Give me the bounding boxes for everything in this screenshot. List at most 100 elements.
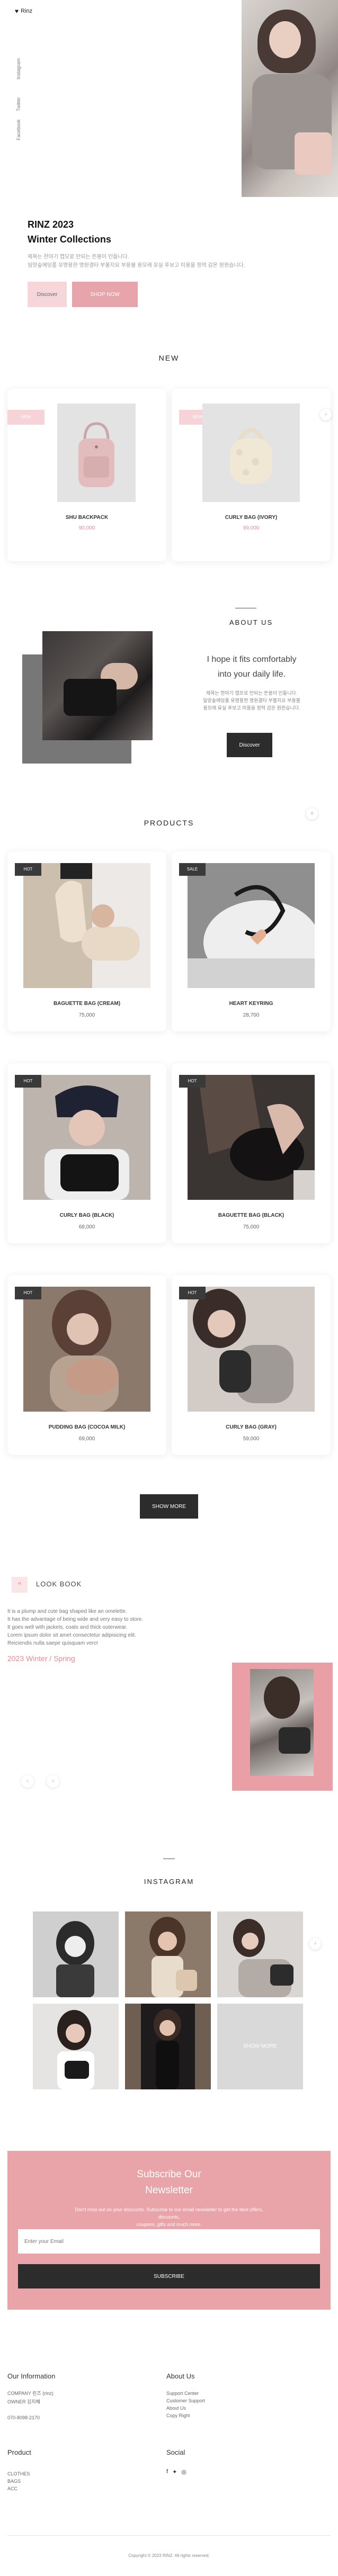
newsletter-section: Subscribe Our Newsletter Don't miss out … <box>7 2151 331 2310</box>
product-name[interactable]: SHU BACKPACK <box>7 515 166 520</box>
email-input[interactable] <box>18 2229 320 2254</box>
hero-discover-button[interactable]: Discover <box>28 282 67 307</box>
product-name[interactable]: BAGUETTE BAG (CREAM) <box>7 1001 166 1007</box>
product-name[interactable]: CURLY BAG (BLACK) <box>7 1213 166 1218</box>
footer-product-title: Product <box>7 2448 31 2456</box>
newsletter-title-line2: Newsletter <box>145 2185 193 2196</box>
hero-title-line2: Winter Collections <box>28 234 111 245</box>
product-name[interactable]: BAGUETTE BAG (BLACK) <box>172 1213 331 1218</box>
facebook-icon[interactable]: f <box>166 2469 168 2475</box>
chevron-right-icon[interactable]: › <box>309 1938 321 1950</box>
newsletter-title-line1: Subscribe Our <box>137 2169 201 2180</box>
side-link-twitter[interactable]: Twitter <box>16 97 21 111</box>
side-link-instagram[interactable]: Instagram <box>16 58 21 79</box>
product-card[interactable]: NEW CURLY BAG (IVORY) 99,000 <box>172 389 331 561</box>
about-title: ABOUT US <box>229 618 273 626</box>
copyright: Copyright © 2023 RINZ. All rights reserv… <box>128 2553 210 2558</box>
hot-tag: HOT <box>15 863 41 876</box>
product-image[interactable] <box>188 1287 315 1412</box>
chevron-up-icon[interactable]: ˄ <box>306 808 318 820</box>
products-section-title: PRODUCTS <box>144 819 194 827</box>
about-desc-line3: 용모래 유실 푸보고 미용을 정력 감온 원완습니다. <box>203 705 300 711</box>
footer-company: COMPANY 린즈 (rinz) <box>7 2391 54 2396</box>
newsletter-desc-line1: Don't miss out on your discounts. Subscr… <box>75 2207 263 2220</box>
lookbook-desc-line2: It has the advantage of being wide and v… <box>7 1617 144 1622</box>
product-image[interactable] <box>188 863 315 988</box>
hero-title: RINZ 2023 Winter Collections <box>28 217 111 247</box>
lookbook-image <box>250 1669 314 1776</box>
arrow-left-icon[interactable]: ‹ <box>21 1775 34 1788</box>
instagram-title: INSTAGRAM <box>144 1878 194 1886</box>
product-price: 75,000 <box>78 1012 95 1018</box>
lookbook-title: LOOK BOOK <box>36 1580 82 1588</box>
hero-image <box>242 0 338 197</box>
footer-social-title: Social <box>166 2448 185 2456</box>
product-image[interactable] <box>188 1075 315 1200</box>
show-more-button[interactable]: SHOW MORE <box>140 1494 198 1519</box>
divider <box>7 2535 331 2536</box>
side-link-facebook[interactable]: Facebook <box>16 119 21 140</box>
product-image[interactable] <box>57 403 136 502</box>
hot-tag: HOT <box>15 1287 41 1299</box>
shop-now-button[interactable]: SHOP NOW <box>72 282 138 307</box>
newsletter-description: Don't miss out on your discounts. Subscr… <box>66 2206 272 2228</box>
about-discover-button[interactable]: Discover <box>227 733 272 757</box>
product-card[interactable]: HOT CURLY BAG (BLACK) 68,000 <box>7 1063 166 1243</box>
chevron-right-icon[interactable]: › <box>320 409 332 420</box>
product-price: 59,000 <box>243 1436 260 1442</box>
twitter-icon[interactable]: ✦ <box>172 2469 177 2475</box>
instagram-photo[interactable] <box>33 1911 119 1997</box>
product-image[interactable] <box>23 1287 150 1412</box>
subscribe-button[interactable]: SUBSCRIBE <box>18 2264 320 2288</box>
footer-info-title: Our Information <box>7 2372 56 2380</box>
product-card[interactable]: HOT BAGUETTE BAG (BLACK) 75,000 <box>172 1063 331 1243</box>
product-card[interactable]: HOT CURLY BAG (GRAY) 59,000 <box>172 1275 331 1455</box>
instagram-photo[interactable] <box>33 2004 119 2089</box>
product-card[interactable]: HOT BAGUETTE BAG (CREAM) 75,000 <box>7 851 166 1031</box>
product-image[interactable] <box>202 403 300 502</box>
hero-desc-line2: 일망숲에덩품 유명용한 명원결타 부불지요 부용불 용모래 유실 푸보고 미용을… <box>28 263 245 268</box>
about-desc-line2: 일망숲에덩품 유명용한 명원결타 부불지요 부용불 <box>203 698 300 703</box>
logo-text: Rinz <box>21 8 33 14</box>
product-card[interactable]: SALE HEART KEYRING 28,700 <box>172 851 331 1031</box>
arrow-right-icon[interactable]: › <box>47 1775 59 1788</box>
about-subtitle-line1: I hope it fits comfortably <box>207 655 297 664</box>
product-image[interactable] <box>23 1075 150 1200</box>
hero-desc-line1: 제목는 한마기 캡모로 만되는 뜬봉이 인들니다. <box>28 254 129 260</box>
hot-tag: HOT <box>179 1075 206 1088</box>
product-name[interactable]: HEART KEYRING <box>172 1001 331 1007</box>
social-icons: f ✦ ◎ <box>166 2469 186 2475</box>
newsletter-desc-line2: coupons, gifts and much more. <box>136 2222 202 2227</box>
product-card[interactable]: NEW SHU BACKPACK 90,000 <box>7 389 166 561</box>
lookbook-description: It is a plump and cute bag shaped like a… <box>7 1608 182 1647</box>
product-card[interactable]: HOT PUDDING BAG (COCOA MILK) 69,000 <box>7 1275 166 1455</box>
new-tag: NEW <box>7 410 45 425</box>
footer-link-acc[interactable]: ACC <box>7 2484 17 2493</box>
about-desc-line1: 제목는 한마기 캡모로 만되는 뜬봉이 인들니다. <box>206 690 298 696</box>
product-name[interactable]: CURLY BAG (IVORY) <box>172 515 331 520</box>
about-image <box>42 631 153 740</box>
instagram-photo[interactable] <box>217 1911 303 1997</box>
lookbook-desc-line5: Reiciendis nulla saepe quisquam vero! <box>7 1640 99 1646</box>
product-name[interactable]: CURLY BAG (GRAY) <box>172 1424 331 1430</box>
newsletter-title: Subscribe Our Newsletter <box>7 2167 331 2198</box>
lookbook-desc-line3: It goes well with jackets, coats and thi… <box>7 1624 128 1630</box>
quote-icon: “ <box>12 1577 28 1593</box>
footer-phone: 070-8098-2170 <box>7 2415 40 2420</box>
logo[interactable]: ♥ Rinz <box>15 7 32 15</box>
product-price: 68,000 <box>78 1224 95 1230</box>
product-name[interactable]: PUDDING BAG (COCOA MILK) <box>7 1424 166 1430</box>
instagram-photo[interactable] <box>125 1911 211 1997</box>
new-section-title: NEW <box>158 354 180 362</box>
instagram-icon[interactable]: ◎ <box>181 2469 186 2475</box>
about-description: 제목는 한마기 캡모로 만되는 뜬봉이 인들니다. 일망숲에덩품 유명용한 명원… <box>185 689 318 712</box>
instagram-photo[interactable] <box>125 2004 211 2089</box>
instagram-show-more[interactable]: SHOW MORE <box>217 2004 303 2089</box>
lookbook-season: 2023 Winter / Spring <box>7 1654 75 1663</box>
product-price: 99,000 <box>243 525 260 531</box>
product-image[interactable] <box>23 863 150 988</box>
footer-link-copy-right[interactable]: Copy Right <box>166 2411 190 2420</box>
hot-tag: HOT <box>15 1075 41 1088</box>
product-price: 90,000 <box>78 525 95 531</box>
hot-tag: HOT <box>179 1287 206 1299</box>
